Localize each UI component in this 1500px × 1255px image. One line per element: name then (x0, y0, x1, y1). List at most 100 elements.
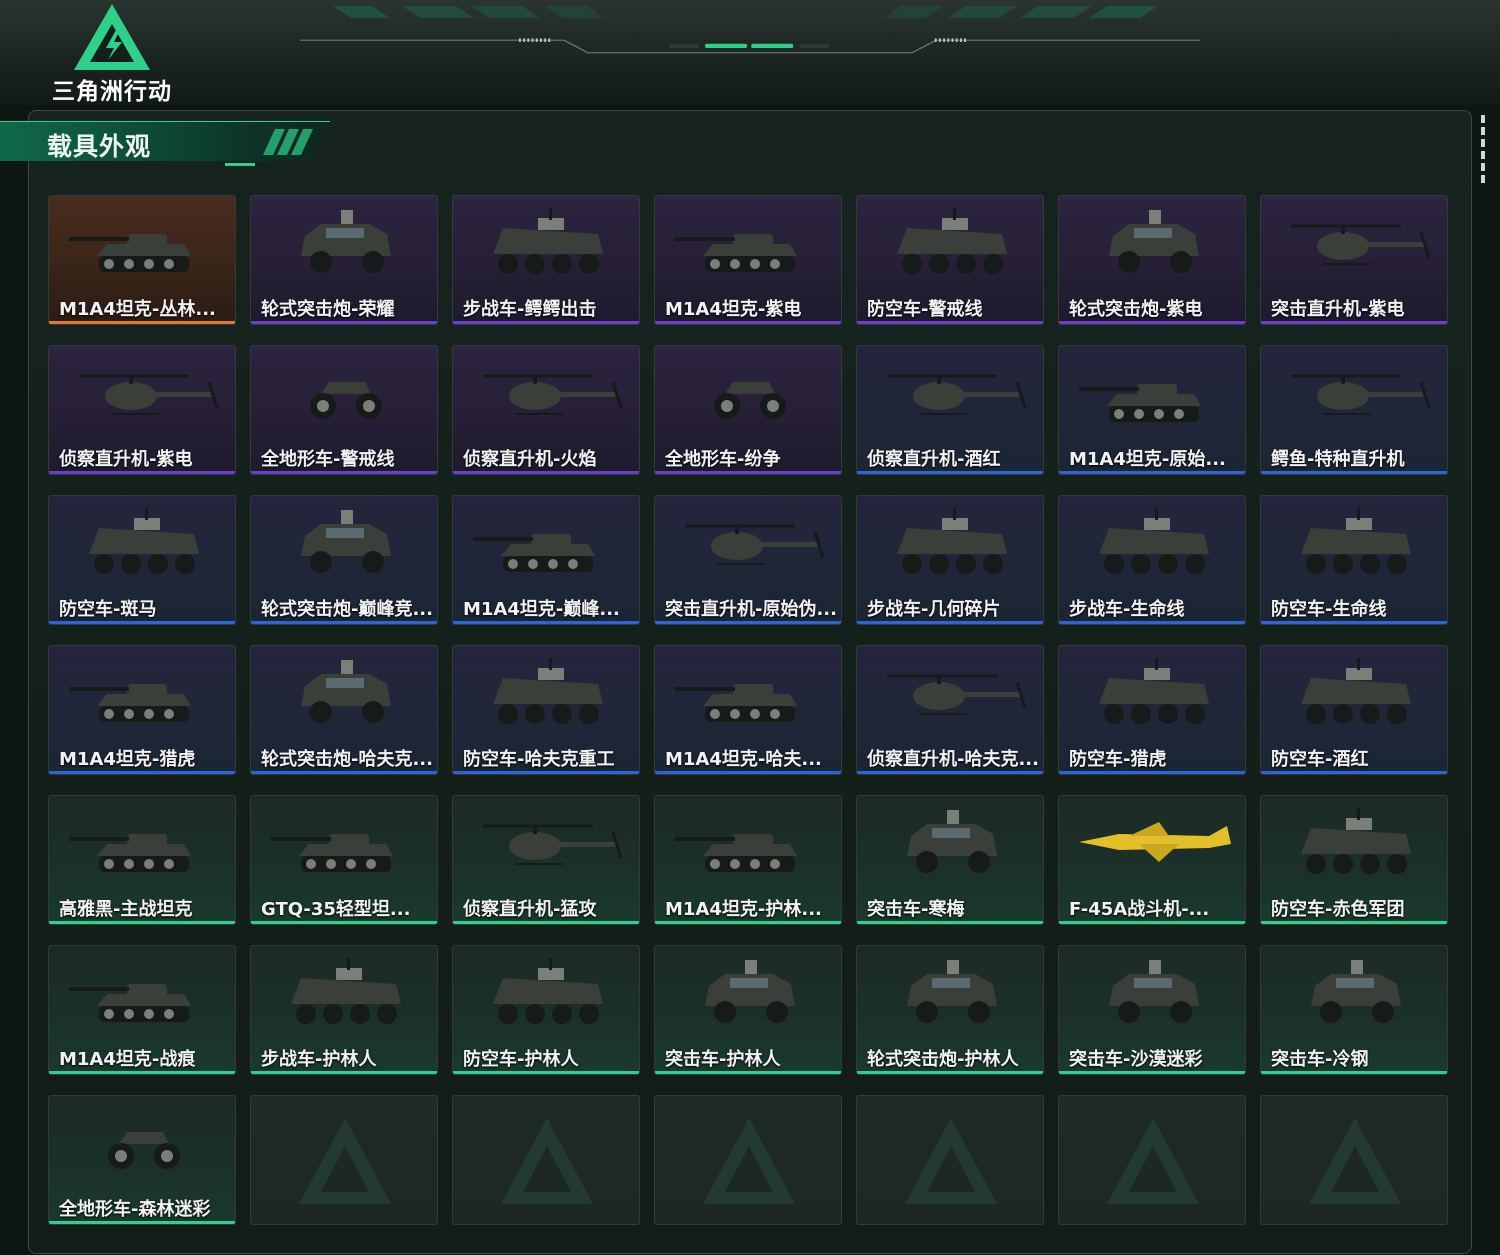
vehicle-skin-card[interactable]: 侦察直升机-猛攻 (452, 795, 640, 925)
vehicle-skin-card[interactable]: 突击车-冷钢 (1260, 945, 1448, 1075)
rarity-bar (453, 471, 639, 474)
vehicle-skin-card[interactable]: M1A4坦克-紫电 (654, 195, 842, 325)
heli-icon (887, 374, 1027, 415)
game-logo: 三角洲行动 (42, 2, 182, 105)
vehicle-skin-card[interactable]: M1A4坦克-巅峰... (452, 495, 640, 625)
header-decoration (300, 6, 1200, 54)
empty-skin-slot[interactable] (452, 1095, 640, 1225)
rarity-bar (453, 1071, 639, 1074)
vehicle-skin-card[interactable]: 鳄鱼-特种直升机 (1260, 345, 1448, 475)
vehicle-skin-card[interactable]: M1A4坦克-护林... (654, 795, 842, 925)
skin-name: GTQ-35轻型坦... (261, 899, 411, 920)
vehicle-skin-card[interactable]: 步战车-几何碎片 (856, 495, 1044, 625)
apc-icon (1099, 508, 1209, 574)
apc-icon (1301, 808, 1411, 874)
empty-skin-slot[interactable] (1260, 1095, 1448, 1225)
vehicle-skin-card[interactable]: 防空车-生命线 (1260, 495, 1448, 625)
vehicle-skin-card[interactable]: 步战车-护林人 (250, 945, 438, 1075)
vehicle-skin-card[interactable]: 突击车-寒梅 (856, 795, 1044, 925)
rarity-bar (655, 1071, 841, 1074)
rarity-bar (857, 1071, 1043, 1074)
car-icon (705, 960, 795, 1023)
apc-icon (493, 208, 603, 274)
skin-name: 步战车-几何碎片 (867, 599, 1001, 620)
vehicle-skin-card[interactable]: 防空车-警戒线 (856, 195, 1044, 325)
vehicle-skin-card[interactable]: M1A4坦克-原始... (1058, 345, 1246, 475)
vehicle-skin-card[interactable]: 轮式突击炮-紫电 (1058, 195, 1246, 325)
vehicle-skin-grid: M1A4坦克-丛林... 轮式突击炮-荣耀 步战车-鳄鳄出击 M1A4坦克-紫电… (48, 195, 1450, 1225)
vehicle-skin-card[interactable]: 防空车-酒红 (1260, 645, 1448, 775)
rarity-bar (1261, 921, 1447, 924)
skin-name: 步战车-鳄鳄出击 (463, 299, 597, 320)
vehicle-skin-card[interactable]: 突击车-沙漠迷彩 (1058, 945, 1246, 1075)
vehicle-skin-card[interactable]: 突击车-护林人 (654, 945, 842, 1075)
vehicle-skin-card[interactable]: 侦察直升机-哈夫克... (856, 645, 1044, 775)
vehicle-skin-card[interactable]: 步战车-鳄鳄出击 (452, 195, 640, 325)
rarity-bar (857, 321, 1043, 324)
skin-name: 突击车-寒梅 (867, 899, 965, 920)
vehicle-skin-card[interactable]: 全地形车-警戒线 (250, 345, 438, 475)
skin-name: 突击车-沙漠迷彩 (1069, 1049, 1203, 1070)
heli-icon (483, 824, 623, 865)
vehicle-skin-card[interactable]: M1A4坦克-丛林... (48, 195, 236, 325)
vehicle-skin-card[interactable]: 防空车-赤色军团 (1260, 795, 1448, 925)
vehicle-skin-card[interactable]: 轮式突击炮-巅峰竞... (250, 495, 438, 625)
empty-slot-logo-icon (905, 1118, 997, 1204)
skin-name: 防空车-警戒线 (867, 299, 983, 320)
vehicle-skin-card[interactable]: 全地形车-森林迷彩 (48, 1095, 236, 1225)
empty-skin-slot[interactable] (654, 1095, 842, 1225)
apc-icon (897, 208, 1007, 274)
skin-name: M1A4坦克-猎虎 (59, 749, 196, 770)
tank-icon (675, 684, 797, 722)
skin-name: M1A4坦克-护林... (665, 899, 822, 920)
skin-name: 防空车-哈夫克重工 (463, 749, 615, 770)
rarity-bar (1059, 621, 1245, 624)
vehicle-skin-card[interactable]: 突击直升机-原始伪... (654, 495, 842, 625)
tank-icon (675, 834, 797, 872)
rarity-bar (251, 921, 437, 924)
vehicle-skin-card[interactable]: M1A4坦克-战痕 (48, 945, 236, 1075)
vehicle-skin-card[interactable]: 步战车-生命线 (1058, 495, 1246, 625)
rarity-bar (857, 471, 1043, 474)
heli-icon (1291, 224, 1431, 265)
atv-icon (310, 382, 382, 419)
vehicle-skin-card[interactable]: 侦察直升机-酒红 (856, 345, 1044, 475)
rarity-bar (49, 771, 235, 774)
vehicle-skin-card[interactable]: 防空车-护林人 (452, 945, 640, 1075)
vehicle-skin-card[interactable]: 侦察直升机-火焰 (452, 345, 640, 475)
empty-skin-slot[interactable] (856, 1095, 1044, 1225)
skin-name: 侦察直升机-哈夫克... (867, 749, 1039, 770)
vehicle-skin-card[interactable]: GTQ-35轻型坦... (250, 795, 438, 925)
vehicle-skin-card[interactable]: 侦察直升机-紫电 (48, 345, 236, 475)
vehicle-skin-card[interactable]: 防空车-猎虎 (1058, 645, 1246, 775)
vehicle-skin-card[interactable]: 全地形车-纷争 (654, 345, 842, 475)
atv-icon (108, 1132, 180, 1169)
vehicle-skin-card[interactable]: M1A4坦克-哈夫... (654, 645, 842, 775)
vehicle-skin-card[interactable]: F-45A战斗机-... (1058, 795, 1246, 925)
rarity-bar (655, 321, 841, 324)
rarity-bar (655, 621, 841, 624)
vehicle-skin-card[interactable]: M1A4坦克-猎虎 (48, 645, 236, 775)
vehicle-skin-card[interactable]: 轮式突击炮-荣耀 (250, 195, 438, 325)
rarity-bar (49, 921, 235, 924)
apc-icon (897, 508, 1007, 574)
vehicle-skin-card[interactable]: 突击直升机-紫电 (1260, 195, 1448, 325)
scroll-indicator[interactable] (1480, 115, 1486, 185)
vehicle-skin-card[interactable]: 防空车-哈夫克重工 (452, 645, 640, 775)
rarity-bar (251, 771, 437, 774)
jet-icon (1079, 822, 1231, 862)
rarity-bar (655, 921, 841, 924)
skin-name: M1A4坦克-紫电 (665, 299, 802, 320)
vehicle-skin-card[interactable]: 轮式突击炮-护林人 (856, 945, 1044, 1075)
empty-skin-slot[interactable] (1058, 1095, 1246, 1225)
skin-name: 侦察直升机-火焰 (463, 449, 597, 470)
vehicle-skin-card[interactable]: 高雅黑-主战坦克 (48, 795, 236, 925)
car-icon (301, 510, 391, 573)
rarity-bar (453, 771, 639, 774)
car-icon (907, 960, 997, 1023)
rarity-bar (49, 1071, 235, 1074)
empty-skin-slot[interactable] (250, 1095, 438, 1225)
vehicle-skin-card[interactable]: 轮式突击炮-哈夫克... (250, 645, 438, 775)
tank-icon (69, 234, 191, 272)
vehicle-skin-card[interactable]: 防空车-斑马 (48, 495, 236, 625)
